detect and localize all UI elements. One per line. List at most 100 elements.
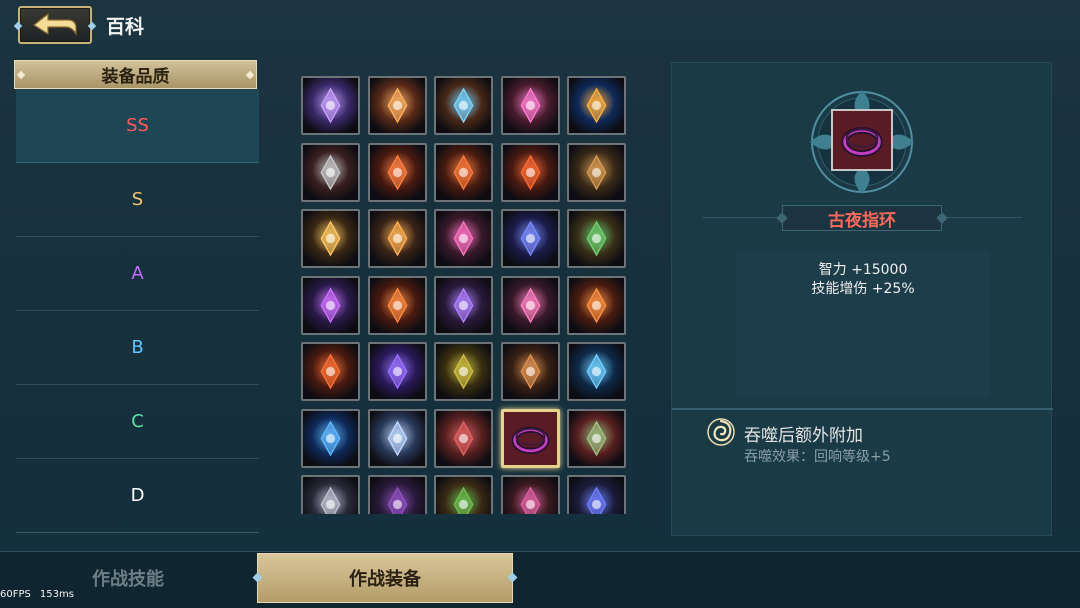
equipment-slot[interactable] (367, 142, 427, 202)
category-label: B (131, 337, 144, 358)
swirl-icon (707, 418, 735, 446)
purple-boots-icon (502, 211, 558, 266)
fire-claw-icon (303, 344, 358, 399)
equipment-slot[interactable] (367, 275, 427, 335)
equipment-slot[interactable] (500, 342, 560, 401)
equipment-slot[interactable] (567, 209, 626, 268)
equipment-slot[interactable] (434, 76, 493, 135)
divider (672, 408, 1053, 410)
devour-title: 吞噬后额外附加 (744, 426, 863, 446)
equipment-slot[interactable] (367, 76, 427, 135)
corner-diamond-icon (245, 70, 255, 80)
equipment-slot[interactable] (301, 209, 360, 268)
divider (702, 217, 782, 218)
equipment-slot[interactable] (301, 275, 360, 335)
equipment-slot[interactable] (367, 408, 427, 468)
equipment-slot[interactable] (367, 209, 427, 268)
equipment-grid (301, 76, 627, 514)
category-item-ss[interactable]: SS (16, 89, 259, 163)
pink-star-staff-icon (436, 211, 491, 266)
category-item-a[interactable]: A (16, 237, 259, 311)
equipment-slot[interactable] (500, 408, 560, 468)
frame-time: 153ms (39, 589, 74, 600)
fps-counter: 60FPS 153ms (0, 589, 83, 600)
equipment-slot[interactable] (567, 275, 626, 335)
tab-label: 作战技能 (92, 569, 164, 590)
equipment-slot[interactable] (301, 142, 360, 202)
category-label: S (131, 189, 144, 210)
steel-armor-icon (303, 144, 358, 200)
equipment-slot[interactable] (567, 408, 626, 468)
equipment-slot[interactable] (434, 408, 493, 468)
item-name: 古夜指环 (828, 210, 896, 231)
emerald-ring-icon (436, 344, 491, 399)
equipment-slot[interactable] (301, 342, 360, 401)
item-name-banner: 古夜指环 (782, 205, 942, 231)
fire-axe-icon (369, 144, 425, 200)
devour-effect: 吞噬效果：回响等级+5 (744, 449, 891, 465)
crystal-cluster-icon (303, 78, 358, 133)
equipment-slot[interactable] (301, 76, 360, 135)
item-stats: 智力 +15000 技能增伤 +25% (736, 251, 990, 397)
category-header-label: 装备品质 (101, 67, 170, 87)
golden-ring-icon (569, 78, 624, 133)
equipment-slot[interactable] (301, 408, 360, 468)
equipment-slot[interactable] (567, 342, 626, 401)
blue-scythe-icon (569, 477, 624, 514)
night-ring-icon (833, 111, 891, 169)
corner-diamond-icon (87, 21, 97, 31)
green-hammer-icon (569, 211, 624, 266)
silver-fan-icon (303, 477, 358, 514)
category-item-c[interactable]: C (16, 385, 259, 459)
ice-spirit-icon (303, 410, 358, 466)
equipment-slot[interactable] (500, 209, 560, 268)
purple-axe-icon (436, 277, 491, 333)
crimson-staff-icon (502, 477, 558, 514)
item-detail-panel: 古夜指环 智力 +15000 技能增伤 +25% 吞噬后额外附加 吞噬效果：回响… (671, 62, 1053, 536)
stat-line: 智力 +15000 (818, 262, 908, 278)
leaf-armor-icon (436, 477, 491, 514)
category-label: D (130, 485, 145, 506)
equipment-slot[interactable] (567, 475, 626, 514)
equipment-slot[interactable] (434, 475, 493, 514)
frost-blade-icon (569, 344, 624, 399)
equipment-slot[interactable] (567, 142, 626, 202)
golden-scepter-icon (369, 211, 425, 266)
equipment-slot[interactable] (567, 76, 626, 135)
equipment-slot[interactable] (367, 342, 427, 401)
category-item-s[interactable]: S (16, 163, 259, 237)
equipment-slot[interactable] (434, 275, 493, 335)
equipment-slot[interactable] (500, 142, 560, 202)
equipment-slot[interactable] (434, 209, 493, 268)
equipment-slot[interactable] (434, 142, 493, 202)
flame-sword-icon (369, 277, 425, 333)
rose-scepter-icon (502, 277, 558, 333)
category-item-b[interactable]: B (16, 311, 259, 385)
category-label: A (131, 263, 144, 284)
ice-spikes-icon (369, 410, 425, 466)
green-halberd-icon (569, 410, 624, 466)
stat-line: 技能增伤 +25% (811, 281, 915, 297)
violet-robe-icon (369, 477, 425, 514)
equipment-slot[interactable] (367, 475, 427, 514)
equipment-slot[interactable] (434, 342, 493, 401)
flame-dagger-icon (569, 277, 624, 333)
equipment-slot[interactable] (500, 475, 560, 514)
back-arrow-icon (32, 12, 77, 37)
rune-book-icon (502, 344, 558, 399)
corner-diamond-icon (16, 70, 26, 80)
night-ring-icon (503, 411, 557, 465)
equipment-slot[interactable] (500, 76, 560, 135)
category-list: SS S A B C D (16, 89, 259, 533)
violet-scroll-icon (369, 344, 425, 399)
tab-label: 作战装备 (349, 569, 421, 590)
equipment-slot[interactable] (301, 475, 360, 514)
gem-crossbow-icon (436, 78, 491, 133)
fps-value: 60FPS (0, 589, 31, 600)
flame-bow-icon (436, 144, 491, 200)
pink-crystal-icon (502, 78, 558, 133)
tab-combat-equipment[interactable]: 作战装备 (252, 553, 518, 603)
back-button[interactable] (13, 6, 97, 44)
equipment-slot[interactable] (500, 275, 560, 335)
category-item-d[interactable]: D (16, 459, 259, 533)
